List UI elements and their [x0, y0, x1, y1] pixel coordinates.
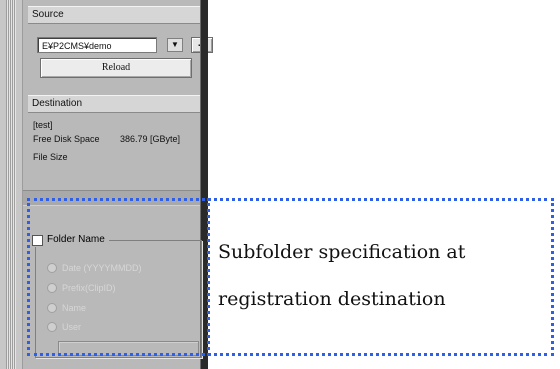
- reload-button[interactable]: Reload: [40, 58, 192, 78]
- grip-stripes: [6, 0, 16, 369]
- screenshot-canvas: Source E¥P2CMS¥demo ▼ ... Reload Destina…: [0, 0, 560, 369]
- source-path-combo[interactable]: E¥P2CMS¥demo: [37, 37, 157, 53]
- source-header: Source: [28, 6, 201, 24]
- destination-drive-label: [test]: [33, 120, 53, 130]
- file-size-label: File Size: [33, 152, 68, 162]
- source-section: E¥P2CMS¥demo ▼ ... Reload: [28, 24, 213, 90]
- panel-grip[interactable]: [0, 0, 22, 369]
- annotation-divider: [207, 198, 210, 356]
- annotation-line-1: Subfolder specification at: [218, 241, 466, 263]
- chevron-down-icon[interactable]: ▼: [167, 38, 183, 52]
- free-disk-space-label: Free Disk Space: [33, 134, 100, 144]
- destination-header: Destination: [28, 95, 201, 113]
- free-disk-space-value: 386.79 [GByte]: [120, 134, 181, 144]
- destination-section: [test] Free Disk Space 386.79 [GByte] Fi…: [28, 114, 197, 194]
- annotation-line-2: registration destination: [218, 288, 446, 310]
- annotation-callout: [27, 198, 554, 356]
